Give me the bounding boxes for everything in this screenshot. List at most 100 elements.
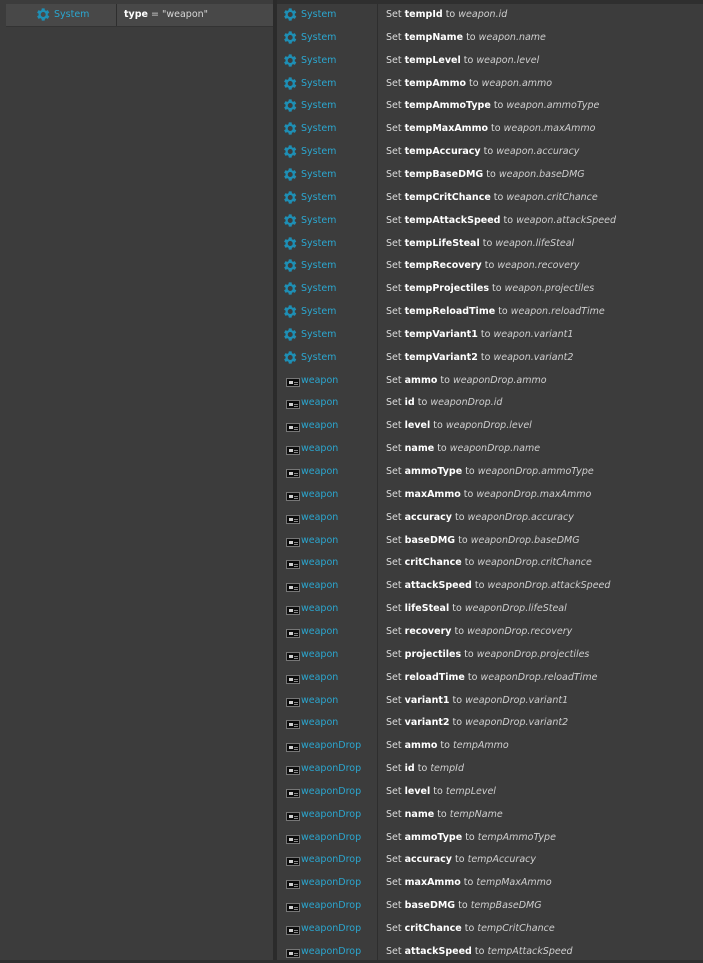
action-row[interactable]: weaponDrop Set id to tempId <box>277 758 703 780</box>
action-row[interactable]: weapon Set lifeSteal to weaponDrop.lifeSt… <box>277 598 703 620</box>
action-object-name: weapon <box>301 397 339 409</box>
action-row[interactable]: weapon Set variant1 to weaponDrop.variant… <box>277 690 703 712</box>
action-row[interactable]: System Set tempProjectiles to weapon.proj… <box>277 278 703 300</box>
action-row[interactable]: System Set tempMaxAmmo to weapon.maxAmmo <box>277 118 703 140</box>
action-to: to <box>464 557 475 569</box>
action-expression: tempId <box>430 763 464 775</box>
action-row[interactable]: weapon Set maxAmmo to weaponDrop.maxAmmo <box>277 484 703 506</box>
action-object-name: weapon <box>301 671 339 683</box>
action-variable: tempCritChance <box>404 191 491 203</box>
action-variable: maxAmmo <box>404 488 461 500</box>
action-row[interactable]: System Set tempId to weapon.id <box>277 4 703 26</box>
action-row[interactable]: weaponDrop Set ammoType to tempAmmoType <box>277 827 703 849</box>
action-variable: recovery <box>404 625 452 637</box>
action-row[interactable]: weapon Set ammo to weaponDrop.ammo <box>277 370 703 392</box>
action-variable: tempLifeSteal <box>404 237 480 249</box>
action-variable: tempVariant1 <box>404 328 478 340</box>
action-expression: weapon.ammo <box>481 77 553 89</box>
action-text: Set tempMaxAmmo to weapon.maxAmmo <box>386 123 595 134</box>
action-to: to <box>452 694 463 706</box>
condition-object-cell[interactable]: System <box>6 4 117 26</box>
action-verb: Set <box>386 808 402 820</box>
action-to: to <box>480 351 491 363</box>
action-row[interactable]: System Set tempAmmoType to weapon.ammoTyp… <box>277 95 703 117</box>
action-row[interactable]: weaponDrop Set accuracy to tempAccuracy <box>277 849 703 871</box>
action-row[interactable]: System Set tempReloadTime to weapon.reloa… <box>277 301 703 323</box>
action-verb: Set <box>386 420 402 432</box>
action-expression: weaponDrop.baseDMG <box>470 534 580 546</box>
action-verb: Set <box>386 191 402 203</box>
action-variable: ammo <box>404 740 438 752</box>
action-variable: baseDMG <box>404 900 456 912</box>
action-text: Set maxAmmo to tempMaxAmmo <box>386 877 552 888</box>
action-row[interactable]: weaponDrop Set baseDMG to tempBaseDMG <box>277 895 703 917</box>
action-object-name: weaponDrop <box>301 831 362 843</box>
action-to: to <box>480 328 491 340</box>
action-to: to <box>469 77 479 89</box>
action-to: to <box>467 671 478 683</box>
action-row[interactable]: weaponDrop Set name to tempName <box>277 804 703 826</box>
action-expression: weaponDrop.ammo <box>453 374 547 386</box>
action-row[interactable]: weapon Set variant2 to weaponDrop.variant… <box>277 712 703 734</box>
action-row[interactable]: weapon Set accuracy to weaponDrop.accurac… <box>277 507 703 529</box>
action-row[interactable]: weapon Set attackSpeed to weaponDrop.atta… <box>277 575 703 597</box>
action-row[interactable]: weaponDrop Set level to tempLevel <box>277 781 703 803</box>
instance-vars-icon <box>281 623 300 641</box>
action-variable: accuracy <box>404 511 452 523</box>
action-row[interactable]: weapon Set projectiles to weaponDrop.proj… <box>277 644 703 666</box>
instance-vars-icon <box>281 783 300 801</box>
action-expression: weapon.projectiles <box>504 283 595 295</box>
action-text: Set tempId to weapon.id <box>386 9 507 20</box>
gear-icon <box>281 75 299 93</box>
action-row[interactable]: System Set tempLifeSteal to weapon.lifeSt… <box>277 233 703 255</box>
action-text: Set lifeSteal to weaponDrop.lifeSteal <box>386 603 567 614</box>
action-variable: accuracy <box>404 854 452 866</box>
action-row[interactable]: weapon Set recovery to weaponDrop.recover… <box>277 621 703 643</box>
action-row[interactable]: weaponDrop Set critChance to tempCritChan… <box>277 918 703 940</box>
action-object-name: weaponDrop <box>301 877 362 889</box>
action-row[interactable]: System Set tempVariant1 to weapon.variant… <box>277 324 703 346</box>
action-variable: level <box>404 420 431 432</box>
action-row[interactable]: System Set tempRecovery to weapon.recover… <box>277 255 703 277</box>
action-text: Set tempReloadTime to weapon.reloadTime <box>386 306 605 317</box>
action-row[interactable]: weapon Set level to weaponDrop.level <box>277 415 703 437</box>
action-verb: Set <box>386 740 402 752</box>
action-row[interactable]: System Set tempAttackSpeed to weapon.atta… <box>277 210 703 232</box>
action-verb: Set <box>386 831 402 843</box>
action-expression: weaponDrop.critChance <box>477 557 592 569</box>
action-to: to <box>464 923 475 934</box>
action-text: Set attackSpeed to weaponDrop.attackSpee… <box>386 580 610 591</box>
action-text: Set baseDMG to tempBaseDMG <box>386 900 542 911</box>
action-expression: weapon.reloadTime <box>510 306 605 318</box>
action-text: Set tempAmmoType to weapon.ammoType <box>386 100 599 111</box>
action-row[interactable]: System Set tempVariant2 to weapon.variant… <box>277 347 703 369</box>
action-text: Set baseDMG to weaponDrop.baseDMG <box>386 535 580 546</box>
action-row[interactable]: System Set tempAmmo to weapon.ammo <box>277 73 703 95</box>
action-row[interactable]: weapon Set critChance to weaponDrop.critC… <box>277 552 703 574</box>
action-verb: Set <box>386 900 402 912</box>
instance-vars-icon <box>281 692 300 710</box>
action-verb: Set <box>386 488 402 500</box>
action-expression: weapon.lifeSteal <box>495 237 575 249</box>
action-row[interactable]: weapon Set reloadTime to weaponDrop.reloa… <box>277 667 703 689</box>
action-row[interactable]: weapon Set id to weaponDrop.id <box>277 392 703 414</box>
action-row[interactable]: System Set tempAccuracy to weapon.accurac… <box>277 141 703 163</box>
action-text: Set accuracy to weaponDrop.accuracy <box>386 512 574 523</box>
action-row[interactable]: System Set tempLevel to weapon.level <box>277 50 703 72</box>
action-to: to <box>465 831 475 843</box>
instance-vars-icon <box>281 669 300 687</box>
gear-icon <box>281 6 299 24</box>
instance-vars-icon <box>281 417 300 435</box>
action-row[interactable]: weapon Set baseDMG to weaponDrop.baseDMG <box>277 530 703 552</box>
action-row[interactable]: weapon Set name to weaponDrop.name <box>277 438 703 460</box>
condition-param-operator: = <box>147 9 162 20</box>
action-text: Set critChance to tempCritChance <box>386 923 555 934</box>
action-verb: Set <box>386 648 402 660</box>
action-row[interactable]: weapon Set ammoType to weaponDrop.ammoTyp… <box>277 461 703 483</box>
action-row[interactable]: weaponDrop Set ammo to tempAmmo <box>277 735 703 757</box>
action-row[interactable]: weaponDrop Set maxAmmo to tempMaxAmmo <box>277 872 703 894</box>
condition-row[interactable]: System type = "weapon" <box>6 4 273 26</box>
action-row[interactable]: System Set tempCritChance to weapon.critC… <box>277 187 703 209</box>
action-row[interactable]: System Set tempBaseDMG to weapon.baseDMG <box>277 164 703 186</box>
action-row[interactable]: System Set tempName to weapon.name <box>277 27 703 49</box>
